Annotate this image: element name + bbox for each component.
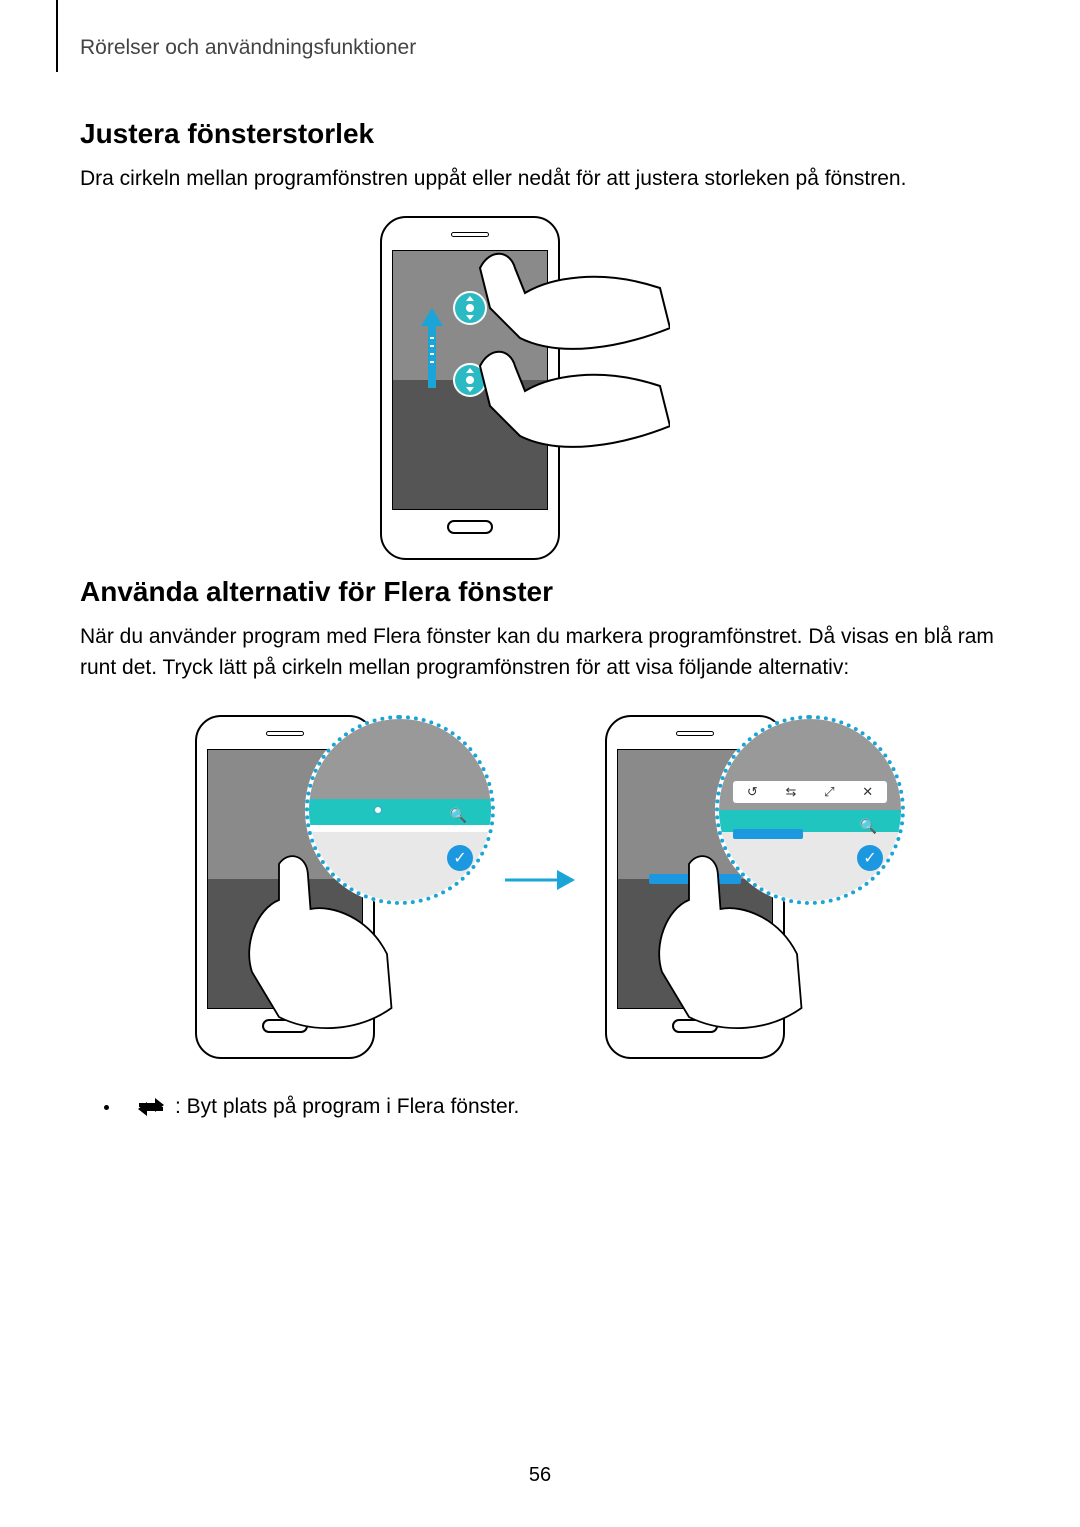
arrow-right-icon (505, 865, 575, 895)
phone-speaker (266, 731, 304, 736)
illustration-resize (80, 216, 1000, 536)
search-icon: 🔍 (450, 807, 467, 824)
phone-speaker (676, 731, 714, 736)
multiwindow-toolbar: ↺ ⇆ ⤢ ✕ (733, 781, 887, 803)
zoom-bubble-left: 🔍 ✓ (305, 715, 495, 905)
close-icon: ✕ (862, 784, 873, 800)
page-number: 56 (0, 1464, 1080, 1487)
swap-icon: ↺ (747, 784, 758, 800)
bullet-text: : Byt plats på program i Flera fönster. (175, 1095, 519, 1119)
expand-icon: ⤢ (824, 784, 834, 800)
header-tab-line (56, 0, 58, 72)
phone-speaker (451, 232, 489, 237)
bullet-item-1: : Byt plats på program i Flera fönster. (104, 1095, 1000, 1119)
divider-handle-zoom-icon (373, 805, 383, 815)
switch-icon: ⇆ (785, 784, 796, 800)
swap-places-icon (137, 1096, 165, 1118)
selection-bar-zoom (733, 829, 803, 839)
section2-body: När du använder program med Flera fönste… (80, 622, 1000, 683)
drag-up-arrow-icon (421, 308, 443, 388)
illustration-options: 🔍 ✓ (80, 705, 1000, 1055)
section1-body: Dra cirkeln mellan programfönstren uppåt… (80, 164, 1000, 194)
phone-home-button (447, 520, 493, 534)
zoom-bubble-right: ↺ ⇆ ⤢ ✕ 🔍 ✓ (715, 715, 905, 905)
bullet-dot (104, 1105, 109, 1110)
search-icon: 🔍 (860, 818, 877, 835)
section1-heading: Justera fönsterstorlek (80, 118, 1000, 150)
section2-heading: Använda alternativ för Flera fönster (80, 576, 1000, 608)
phone-block-left: 🔍 ✓ (195, 705, 475, 1055)
phone-block-right: ↺ ⇆ ⤢ ✕ 🔍 ✓ (605, 705, 885, 1055)
chapter-title: Rörelser och användningsfunktioner (80, 36, 1000, 60)
hand-pointer-lower-icon (470, 336, 670, 476)
